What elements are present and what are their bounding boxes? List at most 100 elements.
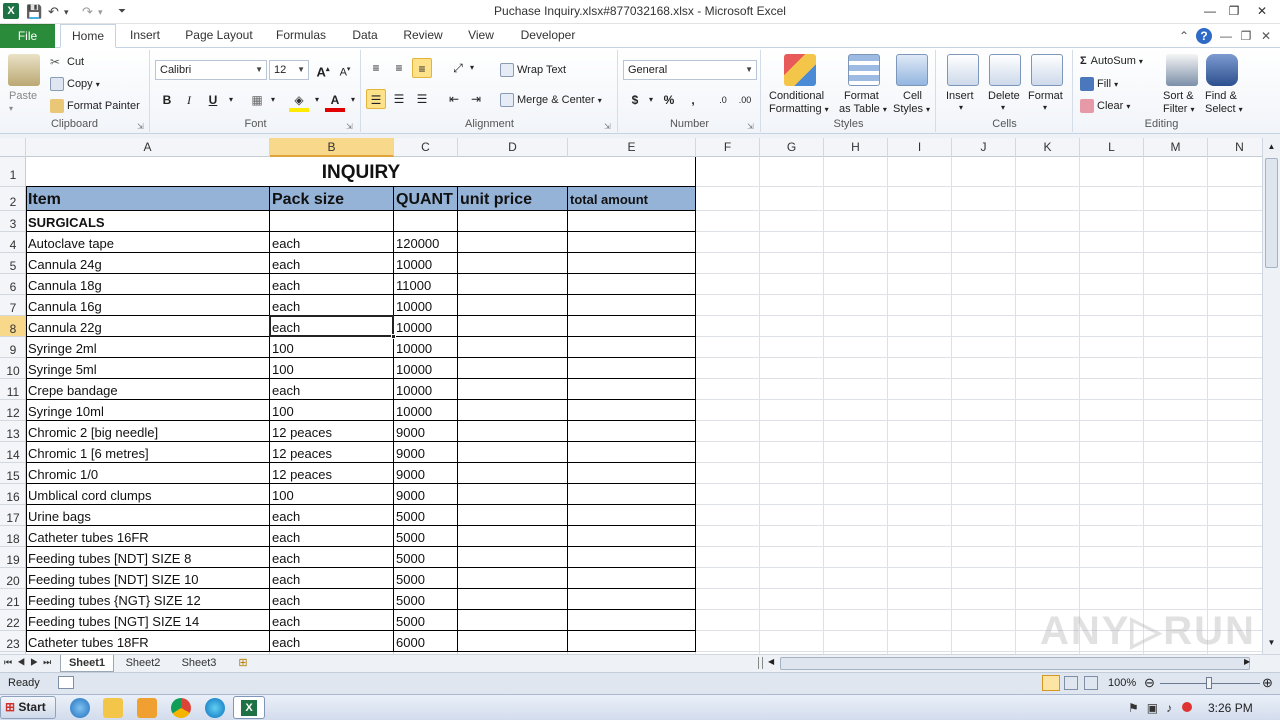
item-name-cell[interactable]: Chromic 1 [6 metres] — [26, 442, 270, 463]
quantity-cell[interactable]: 10000 — [394, 337, 458, 358]
vertical-scroll-thumb[interactable] — [1265, 158, 1278, 268]
pack-size-cell[interactable]: each — [270, 379, 394, 400]
item-name-cell[interactable]: Crepe bandage — [26, 379, 270, 400]
fill-button[interactable]: Fill ▾ — [1080, 77, 1118, 91]
quantity-cell[interactable]: 10000 — [394, 358, 458, 379]
align-left-icon[interactable]: ☰ — [366, 89, 386, 109]
scroll-down-icon[interactable]: ▼ — [1265, 638, 1278, 650]
wrap-text-button[interactable]: Wrap Text — [500, 63, 566, 77]
tab-view[interactable]: View — [458, 24, 504, 48]
find-select-label-2[interactable]: Select ▾ — [1205, 103, 1243, 115]
pack-size-cell[interactable]: each — [270, 526, 394, 547]
item-name-cell[interactable]: Feeding tubes {NGT} SIZE 12 — [26, 589, 270, 610]
select-all-corner[interactable] — [0, 138, 26, 157]
total-amount-cell[interactable] — [568, 589, 696, 610]
quantity-cell[interactable]: 6000 — [394, 631, 458, 652]
edge-icon[interactable] — [205, 698, 225, 718]
quantity-cell[interactable]: 10000 — [394, 295, 458, 316]
unit-price-cell[interactable] — [458, 610, 568, 631]
scroll-up-icon[interactable]: ▲ — [1265, 142, 1278, 154]
tab-file[interactable]: File — [0, 24, 55, 48]
total-amount-cell[interactable] — [568, 484, 696, 505]
sort-filter-icon[interactable] — [1166, 54, 1198, 86]
pack-size-cell[interactable]: each — [270, 631, 394, 652]
insert-dropdown-icon[interactable]: ▾ — [959, 103, 963, 112]
row-header-1[interactable]: 1 — [0, 157, 25, 187]
column-header-G[interactable]: G — [760, 138, 824, 157]
horizontal-scroll-thumb[interactable] — [780, 657, 1250, 670]
alignment-launcher-icon[interactable]: ⇲ — [604, 122, 611, 131]
clear-button[interactable]: Clear ▾ — [1080, 99, 1130, 113]
format-painter-button[interactable]: Format Painter — [50, 99, 140, 113]
percent-button[interactable]: % — [659, 90, 679, 110]
unit-price-cell[interactable] — [458, 589, 568, 610]
total-amount-cell[interactable] — [568, 358, 696, 379]
pack-size-cell[interactable]: each — [270, 589, 394, 610]
header-cell-item[interactable]: Item — [26, 187, 270, 211]
pack-size-cell[interactable]: each — [270, 568, 394, 589]
quantity-cell[interactable]: 9000 — [394, 463, 458, 484]
row-header-10[interactable]: 10 — [0, 358, 25, 379]
format-dropdown-icon[interactable]: ▾ — [1043, 103, 1047, 112]
folder-icon[interactable] — [103, 698, 123, 718]
paste-dropdown-icon[interactable]: ▾ — [9, 104, 13, 113]
column-header-D[interactable]: D — [458, 138, 568, 157]
unit-price-cell[interactable] — [458, 358, 568, 379]
unit-price-cell[interactable] — [458, 274, 568, 295]
italic-button[interactable]: I — [179, 90, 199, 110]
conditional-formatting-label-1[interactable]: Conditional — [769, 90, 824, 102]
row-header-11[interactable]: 11 — [0, 379, 25, 400]
unit-price-cell[interactable] — [458, 316, 568, 337]
column-header-L[interactable]: L — [1080, 138, 1144, 157]
total-amount-cell[interactable] — [568, 526, 696, 547]
quantity-cell[interactable]: 5000 — [394, 547, 458, 568]
total-amount-cell[interactable] — [568, 232, 696, 253]
tab-formulas[interactable]: Formulas — [270, 24, 332, 48]
align-middle-icon[interactable]: ≡ — [389, 58, 409, 78]
tab-insert[interactable]: Insert — [122, 24, 168, 48]
font-color-dropdown-icon[interactable]: ▾ — [343, 90, 363, 110]
excel-taskbar-button[interactable]: X — [233, 696, 265, 719]
sort-filter-label-1[interactable]: Sort & — [1163, 90, 1194, 102]
row-header-23[interactable]: 23 — [0, 631, 25, 652]
pack-size-cell[interactable]: 100 — [270, 400, 394, 421]
unit-price-cell[interactable] — [458, 568, 568, 589]
total-amount-cell[interactable] — [568, 568, 696, 589]
column-header-M[interactable]: M — [1144, 138, 1208, 157]
autosum-button[interactable]: Σ AutoSum ▾ — [1080, 55, 1143, 67]
pack-size-cell[interactable]: 12 peaces — [270, 463, 394, 484]
total-amount-cell[interactable] — [568, 337, 696, 358]
unit-price-cell[interactable] — [458, 232, 568, 253]
tab-home[interactable]: Home — [60, 24, 116, 48]
total-amount-cell[interactable] — [568, 400, 696, 421]
header-cell-unit-price[interactable]: unit price — [458, 187, 568, 211]
close-icon[interactable]: ✕ — [1250, 2, 1274, 20]
row-header-17[interactable]: 17 — [0, 505, 25, 526]
workbook-restore-icon[interactable]: ❐ — [1238, 28, 1254, 44]
minimize-icon[interactable]: — — [1198, 2, 1222, 20]
cell-styles-icon[interactable] — [896, 54, 928, 86]
column-header-K[interactable]: K — [1016, 138, 1080, 157]
increase-decimal-icon[interactable]: .0 — [713, 90, 733, 110]
delete-dropdown-icon[interactable]: ▾ — [1001, 103, 1005, 112]
item-name-cell[interactable]: Catheter tubes 18FR — [26, 631, 270, 652]
media-player-icon[interactable] — [137, 698, 157, 718]
cell-styles-label-1[interactable]: Cell — [903, 90, 922, 102]
align-bottom-icon[interactable]: ≡ — [412, 58, 432, 78]
row-header-4[interactable]: 4 — [0, 232, 25, 253]
format-as-table-label-2[interactable]: as Table ▾ — [839, 103, 887, 115]
clock[interactable]: 3:26 PM — [1208, 701, 1253, 715]
item-name-cell[interactable]: Syringe 2ml — [26, 337, 270, 358]
row-header-18[interactable]: 18 — [0, 526, 25, 547]
workbook-minimize-icon[interactable]: — — [1218, 28, 1234, 44]
quantity-cell[interactable]: 10000 — [394, 400, 458, 421]
quantity-cell[interactable]: 10000 — [394, 316, 458, 337]
cut-button[interactable]: ✂ Cut — [50, 55, 84, 69]
item-name-cell[interactable]: Cannula 16g — [26, 295, 270, 316]
find-select-label-1[interactable]: Find & — [1205, 90, 1237, 102]
align-right-icon[interactable]: ☰ — [412, 89, 432, 109]
item-name-cell[interactable]: Feeding tubes [NDT] SIZE 8 — [26, 547, 270, 568]
pack-size-cell[interactable]: each — [270, 295, 394, 316]
delete-cells-button[interactable]: Delete — [988, 90, 1020, 102]
font-launcher-icon[interactable]: ⇲ — [346, 122, 353, 131]
